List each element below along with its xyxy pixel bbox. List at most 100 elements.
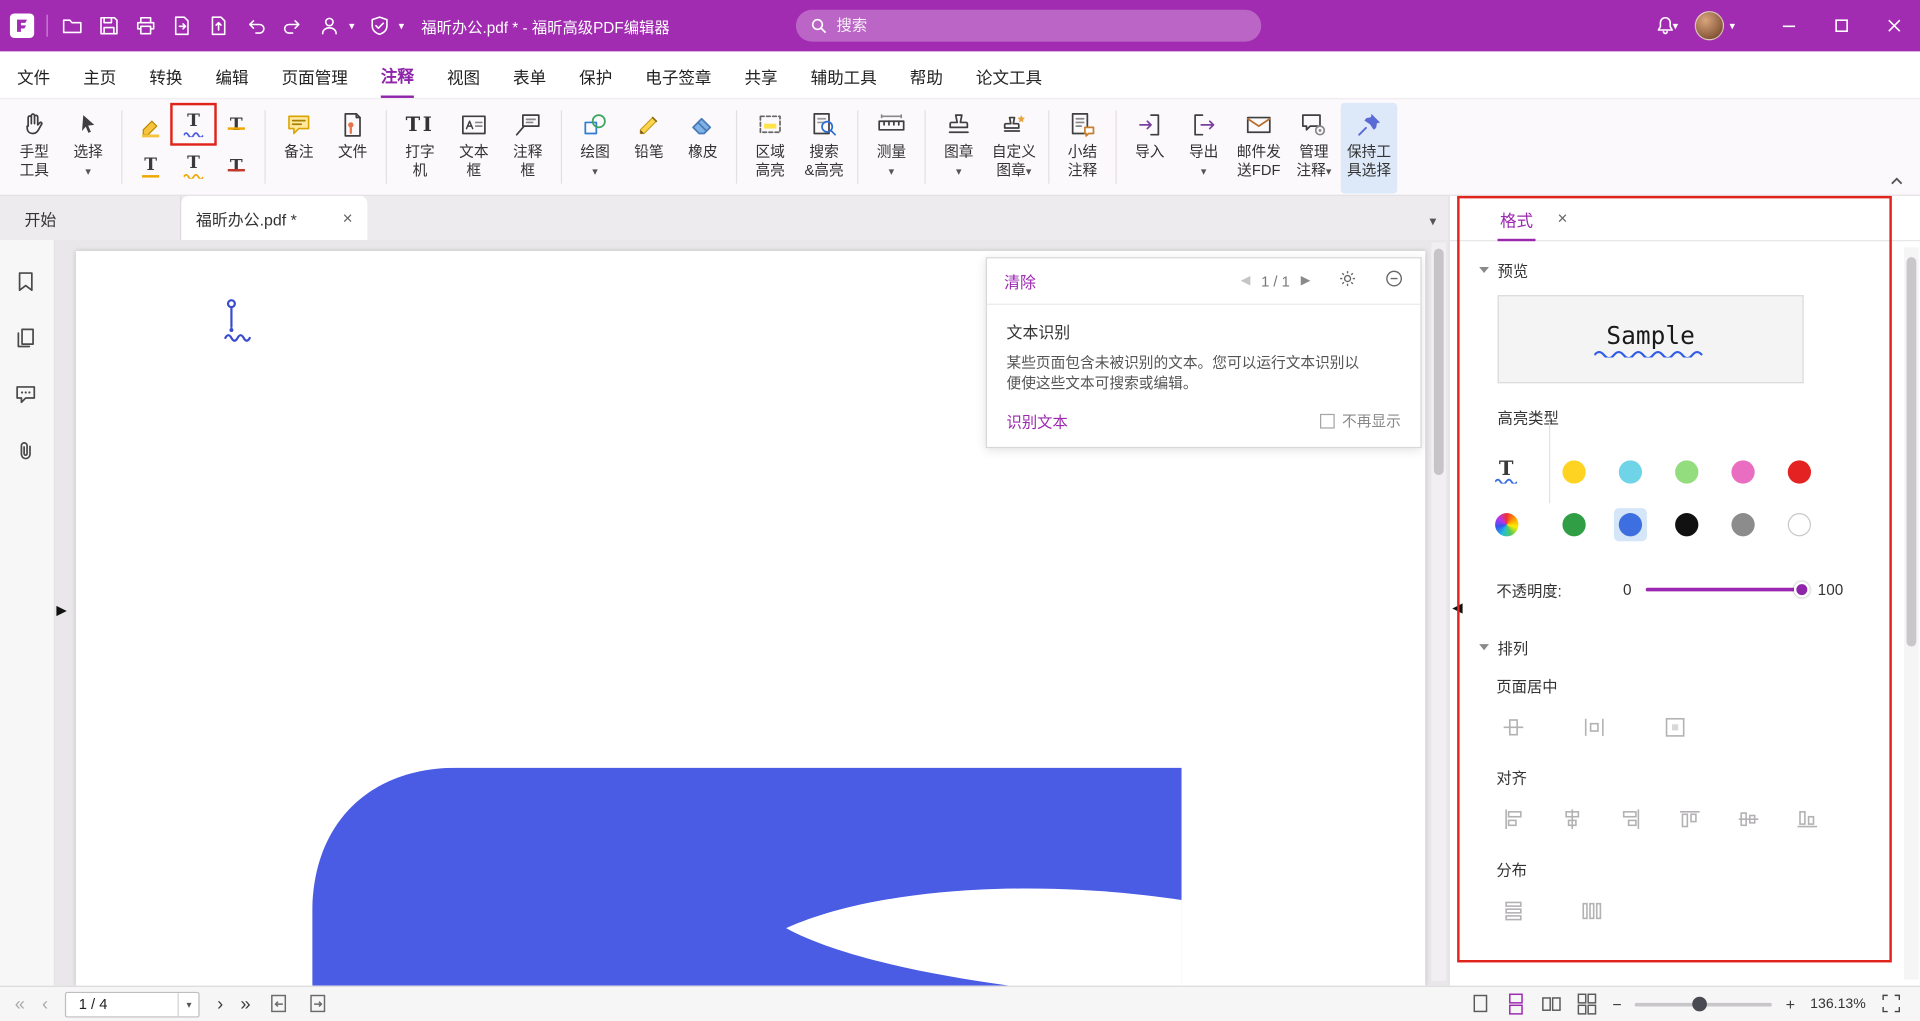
notification-prev-icon[interactable]: ◀ — [1241, 274, 1250, 287]
squiggly-underline-tool-button[interactable]: T — [173, 105, 215, 145]
hand-tool-button[interactable]: 手型工具 — [7, 103, 61, 194]
maximize-button[interactable] — [1815, 0, 1868, 51]
area-highlight-button[interactable]: 区域高亮 — [743, 103, 797, 194]
replace-text-tool-button[interactable]: T — [216, 147, 258, 187]
tab-share[interactable]: 共享 — [744, 53, 777, 97]
format-panel-tab[interactable]: 格式 — [1498, 195, 1536, 240]
pages-panel-icon[interactable] — [13, 326, 40, 353]
bookmarks-panel-icon[interactable] — [13, 269, 40, 296]
select-dropdown-icon[interactable]: ▾ — [85, 165, 91, 177]
next-view-icon[interactable] — [307, 993, 329, 1015]
account-dropdown-icon[interactable]: ▾ — [1730, 19, 1736, 32]
search-box[interactable] — [796, 10, 1261, 42]
start-tab[interactable]: 开始 — [0, 196, 181, 240]
account-history-icon[interactable] — [317, 13, 341, 37]
distribute-vertically-icon[interactable] — [1500, 898, 1527, 925]
single-page-view-icon[interactable] — [1470, 993, 1492, 1015]
export-comments-button[interactable]: 导出▾ — [1177, 103, 1231, 194]
print-icon[interactable] — [133, 13, 157, 37]
drawing-dropdown-icon[interactable]: ▾ — [592, 165, 598, 177]
quick-access-dropdown-icon[interactable]: ▾ — [349, 19, 355, 32]
search-input[interactable] — [837, 17, 1247, 34]
open-file-icon[interactable] — [60, 13, 84, 37]
collapse-ribbon-icon[interactable] — [1888, 173, 1908, 190]
center-both-icon[interactable] — [1662, 714, 1689, 741]
zoom-slider-handle[interactable] — [1693, 996, 1708, 1011]
tab-list-dropdown-icon[interactable]: ▾ — [1430, 213, 1437, 229]
keep-tool-selected-button[interactable]: 保持工具选择 — [1341, 103, 1397, 194]
zoom-out-icon[interactable]: − — [1612, 996, 1621, 1012]
share-document-icon[interactable] — [207, 13, 231, 37]
note-button[interactable]: 备注 — [272, 103, 326, 194]
underline-tool-button[interactable]: T — [130, 147, 172, 187]
select-tool-button[interactable]: 选择▾ — [61, 103, 115, 194]
color-swatch-yellow[interactable] — [1562, 460, 1585, 483]
measure-dropdown-icon[interactable]: ▾ — [889, 165, 895, 177]
tab-esign[interactable]: 电子签章 — [645, 53, 711, 97]
distribute-horizontally-icon[interactable] — [1578, 898, 1605, 925]
comments-panel-icon[interactable] — [13, 382, 40, 409]
notification-next-icon[interactable]: ▶ — [1301, 274, 1310, 287]
panel-collapse-icon[interactable]: ◀ — [1452, 600, 1462, 616]
last-page-icon[interactable]: » — [240, 995, 250, 1013]
pdf-page[interactable]: 清除 ◀ 1 / 1 ▶ 文本识别 — [76, 251, 1425, 986]
summarize-comments-button[interactable]: 小结注释 — [1056, 103, 1110, 194]
save-icon[interactable] — [97, 13, 121, 37]
page-dropdown-icon[interactable]: ▾ — [178, 992, 199, 1015]
align-right-icon[interactable] — [1618, 806, 1645, 833]
highlight-tool-button[interactable] — [130, 105, 172, 145]
tab-file[interactable]: 文件 — [17, 53, 50, 97]
tab-view[interactable]: 视图 — [447, 53, 480, 97]
callout-button[interactable]: 注释框 — [501, 103, 555, 194]
drawing-button[interactable]: 绘图▾ — [568, 103, 622, 194]
stamp-dropdown-icon[interactable]: ▾ — [956, 165, 962, 177]
email-fdf-button[interactable]: 邮件发送FDF — [1231, 103, 1287, 194]
measure-button[interactable]: 测量▾ — [864, 103, 918, 194]
attachments-panel-icon[interactable] — [13, 438, 40, 465]
color-swatch-green[interactable] — [1562, 513, 1585, 536]
continuous-facing-view-icon[interactable] — [1577, 993, 1599, 1015]
tab-thesis-tools[interactable]: 论文工具 — [976, 53, 1042, 97]
wavy-underline-tool-button[interactable]: T — [173, 147, 215, 187]
page-number-box[interactable]: 1 / 4 ▾ — [65, 991, 200, 1017]
protect-check-icon[interactable] — [367, 13, 391, 37]
align-bottom-icon[interactable] — [1794, 806, 1821, 833]
tab-edit[interactable]: 编辑 — [216, 53, 249, 97]
tab-form[interactable]: 表单 — [513, 53, 546, 97]
previous-view-icon[interactable] — [268, 993, 290, 1015]
fullscreen-icon[interactable] — [1881, 993, 1903, 1015]
facing-view-icon[interactable] — [1541, 993, 1563, 1015]
sidebar-expand-icon[interactable]: ▶ — [56, 602, 66, 618]
format-panel-close-icon[interactable]: × — [1558, 208, 1568, 228]
tab-accessibility[interactable]: 辅助工具 — [811, 53, 877, 97]
custom-stamp-dropdown-icon[interactable]: ▾ — [1026, 165, 1032, 177]
continuous-view-icon[interactable] — [1506, 993, 1528, 1015]
eraser-button[interactable]: 橡皮 — [676, 103, 730, 194]
user-avatar[interactable] — [1695, 11, 1724, 40]
document-tab-active[interactable]: 福昕办公.pdf * × — [181, 196, 367, 240]
tab-organize[interactable]: 页面管理 — [282, 53, 348, 97]
foxit-logo[interactable] — [10, 13, 34, 37]
notification-settings-icon[interactable] — [1338, 269, 1356, 293]
center-vertically-icon[interactable] — [1581, 714, 1608, 741]
stamp-button[interactable]: 图章▾ — [932, 103, 986, 194]
tab-help[interactable]: 帮助 — [910, 53, 943, 97]
panel-scrollbar-thumb[interactable] — [1907, 257, 1917, 646]
custom-stamp-button[interactable]: 自定义图章▾ — [986, 103, 1042, 194]
dont-show-again-checkbox[interactable] — [1320, 413, 1335, 428]
center-horizontally-icon[interactable] — [1500, 714, 1527, 741]
tab-comment[interactable]: 注释 — [381, 51, 414, 99]
align-top-icon[interactable] — [1676, 806, 1703, 833]
document-scrollbar[interactable] — [1431, 242, 1446, 980]
minimize-button[interactable] — [1762, 0, 1815, 51]
zoom-in-icon[interactable]: + — [1786, 996, 1795, 1012]
tab-close-icon[interactable]: × — [338, 208, 358, 228]
align-vertical-middle-icon[interactable] — [1735, 806, 1762, 833]
preview-section-header[interactable]: 预览 — [1450, 258, 1920, 281]
tab-protect[interactable]: 保护 — [579, 53, 612, 97]
tab-convert[interactable]: 转换 — [149, 53, 182, 97]
tab-home[interactable]: 主页 — [83, 53, 116, 97]
pencil-button[interactable]: 铅笔 — [622, 103, 676, 194]
opacity-slider-handle[interactable] — [1794, 582, 1810, 598]
recognize-text-link[interactable]: 识别文本 — [1007, 409, 1068, 432]
